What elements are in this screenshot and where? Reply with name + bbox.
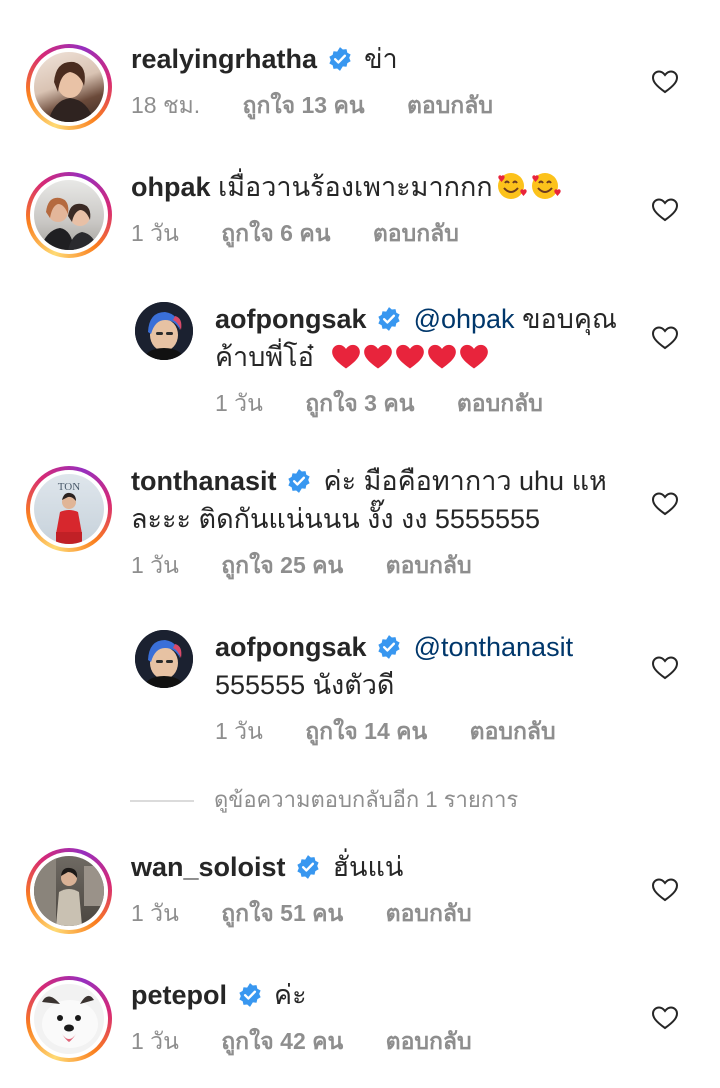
- comment-text: เมื่อวานร้องเพาะมากกก: [218, 172, 493, 202]
- likes-count[interactable]: ถูกใจ 6 คน: [221, 220, 330, 246]
- verified-badge-icon: [238, 983, 261, 1007]
- comment-text-line2: 555555 นังตัวดี: [215, 670, 395, 700]
- red-hearts: [329, 342, 489, 372]
- comment-time: 1 วัน: [215, 390, 263, 416]
- comment-text: ค่ะ มือคือทากาว uhu แห: [323, 466, 607, 496]
- comment-text-line2: ค้าบพี่โอ๋: [215, 342, 314, 372]
- avatar[interactable]: [26, 44, 112, 130]
- username[interactable]: ohpak: [131, 172, 211, 202]
- comment-text: ฮั่นแน่: [332, 852, 404, 882]
- comment-text-line2: ละะะ ติดกันแน่นนน งั๊ง งง 5555555: [131, 504, 541, 534]
- verified-badge-icon: [297, 855, 319, 879]
- mention-link[interactable]: @ohpak: [414, 304, 515, 334]
- likes-count[interactable]: ถูกใจ 42 คน: [221, 1028, 343, 1054]
- red-heart-icon: [332, 344, 361, 369]
- woman-portrait-avatar-icon: [48, 61, 94, 122]
- username[interactable]: wan_soloist: [131, 852, 286, 882]
- heart-icon[interactable]: [652, 492, 678, 516]
- man-blue-hair-avatar-icon: [135, 302, 193, 360]
- username[interactable]: aofpongsak: [215, 632, 367, 662]
- heart-icon[interactable]: [652, 878, 678, 902]
- comment-time: 1 วัน: [131, 900, 179, 926]
- reply-button[interactable]: ตอบกลับ: [386, 900, 472, 926]
- avatar[interactable]: [135, 302, 193, 360]
- svg-text:TON: TON: [58, 481, 80, 493]
- comment-time: 1 วัน: [131, 220, 179, 246]
- verified-badge-icon: [378, 635, 400, 659]
- reply-button[interactable]: ตอบกลับ: [407, 92, 493, 118]
- likes-count[interactable]: ถูกใจ 51 คน: [221, 900, 343, 926]
- divider-line: [130, 800, 194, 803]
- view-more-replies-button[interactable]: ดูข้อความตอบกลับอีก 1 รายการ: [130, 782, 518, 817]
- verified-badge-icon: [288, 469, 310, 493]
- comment-text: ขอบคุณ: [522, 304, 617, 334]
- username[interactable]: realyingrhatha: [131, 44, 317, 74]
- likes-count[interactable]: ถูกใจ 3 คน: [305, 390, 414, 416]
- avatar[interactable]: TON: [26, 466, 112, 552]
- comment-time: 1 วัน: [131, 1028, 179, 1054]
- smiling-face-with-hearts-icon: [531, 173, 561, 199]
- comment-text: ค่ะ: [274, 980, 307, 1010]
- view-more-replies-label: ดูข้อความตอบกลับอีก 1 รายการ: [214, 787, 519, 812]
- two-people-car-avatar-icon: [40, 197, 98, 250]
- comment-time: 1 วัน: [215, 718, 263, 744]
- avatar[interactable]: [26, 172, 112, 258]
- username[interactable]: tonthanasit: [131, 466, 277, 496]
- comment-time: 1 วัน: [131, 552, 179, 578]
- username[interactable]: petepol: [131, 980, 227, 1010]
- reply-button[interactable]: ตอบกลับ: [386, 1028, 472, 1054]
- red-heart-icon: [364, 344, 393, 369]
- red-heart-icon: [460, 344, 489, 369]
- likes-count[interactable]: ถูกใจ 13 คน: [243, 92, 365, 118]
- reply-button[interactable]: ตอบกลับ: [457, 390, 543, 416]
- red-heart-icon: [396, 344, 425, 369]
- avatar[interactable]: [26, 976, 112, 1062]
- comment-text: ข่า: [364, 44, 398, 74]
- reply-button[interactable]: ตอบกลับ: [373, 220, 459, 246]
- man-red-suit-avatar-icon: TON: [56, 481, 82, 544]
- reply-button[interactable]: ตอบกลับ: [470, 718, 556, 744]
- verified-badge-icon: [328, 47, 351, 71]
- avatar[interactable]: [26, 848, 112, 934]
- heart-icon[interactable]: [652, 656, 678, 680]
- likes-count[interactable]: ถูกใจ 14 คน: [305, 718, 427, 744]
- dog-avatar-icon: [42, 995, 98, 1048]
- smiling-face-with-hearts-icon: [497, 173, 527, 199]
- avatar[interactable]: [135, 630, 193, 688]
- man-blue-hair-avatar-icon: [135, 630, 193, 688]
- mention-link[interactable]: @tonthanasit: [414, 632, 574, 662]
- heart-icon[interactable]: [652, 70, 678, 94]
- comment-time: 18 ชม.: [131, 92, 201, 118]
- username[interactable]: aofpongsak: [215, 304, 367, 334]
- heart-icon[interactable]: [652, 198, 678, 222]
- heart-icon[interactable]: [652, 326, 678, 350]
- man-standing-avatar-icon: [34, 856, 104, 926]
- reply-button[interactable]: ตอบกลับ: [386, 552, 472, 578]
- verified-badge-icon: [378, 307, 400, 331]
- red-heart-icon: [428, 344, 457, 369]
- likes-count[interactable]: ถูกใจ 25 คน: [221, 552, 343, 578]
- heart-icon[interactable]: [652, 1006, 678, 1030]
